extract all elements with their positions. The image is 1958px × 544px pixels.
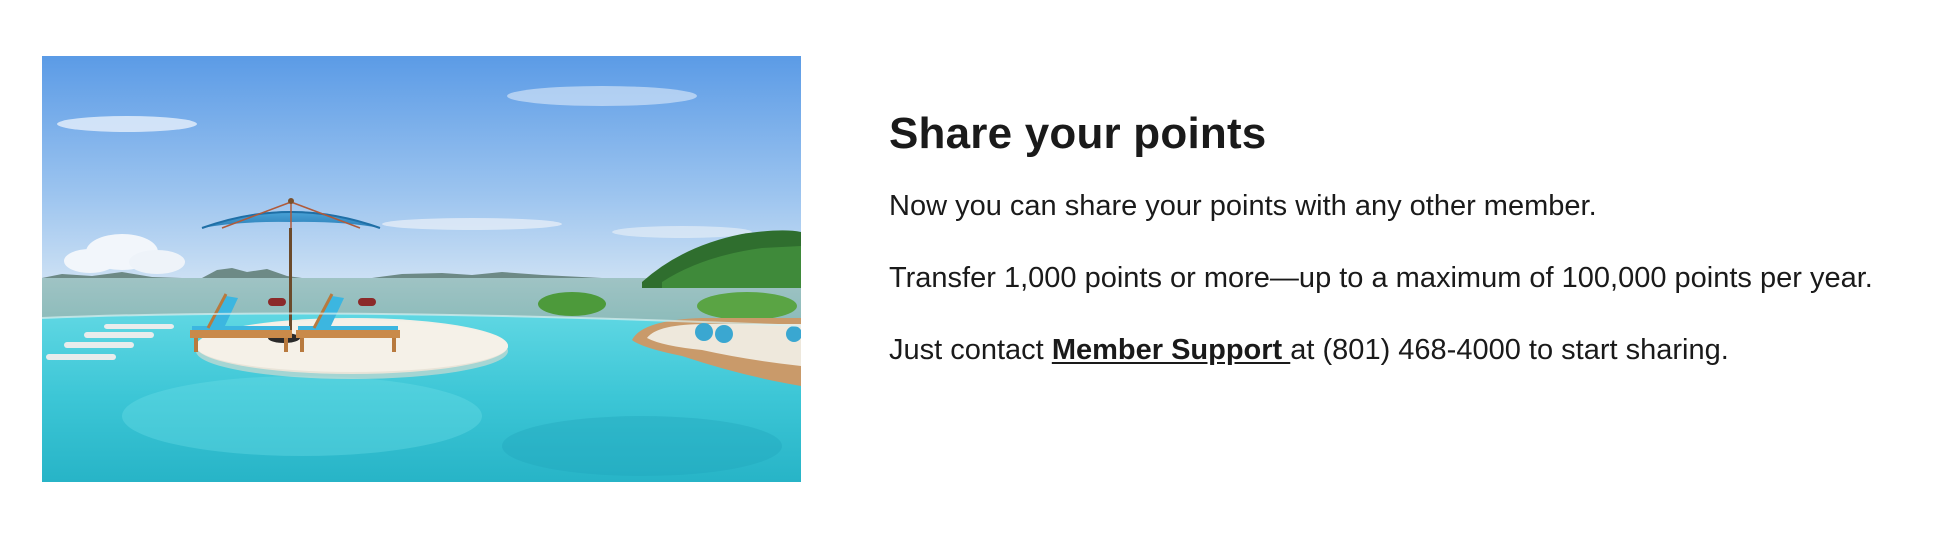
share-description: Now you can share your points with any o… xyxy=(889,190,1597,222)
section-title: Share your points xyxy=(889,109,1267,158)
pool-hero-image xyxy=(42,56,801,482)
share-points-section: Share your points Now you can share your… xyxy=(889,106,1949,403)
transfer-limits-text: Transfer 1,000 points or more—up to a ma… xyxy=(889,262,1873,294)
contact-suffix: at (801) 468-4000 to start sharing. xyxy=(1290,334,1729,366)
contact-support-text: Just contact Member Support at (801) 468… xyxy=(889,331,1949,369)
member-support-link[interactable]: Member Support xyxy=(1052,334,1290,366)
pool-scene-illustration xyxy=(42,56,801,482)
contact-prefix: Just contact xyxy=(889,334,1052,366)
